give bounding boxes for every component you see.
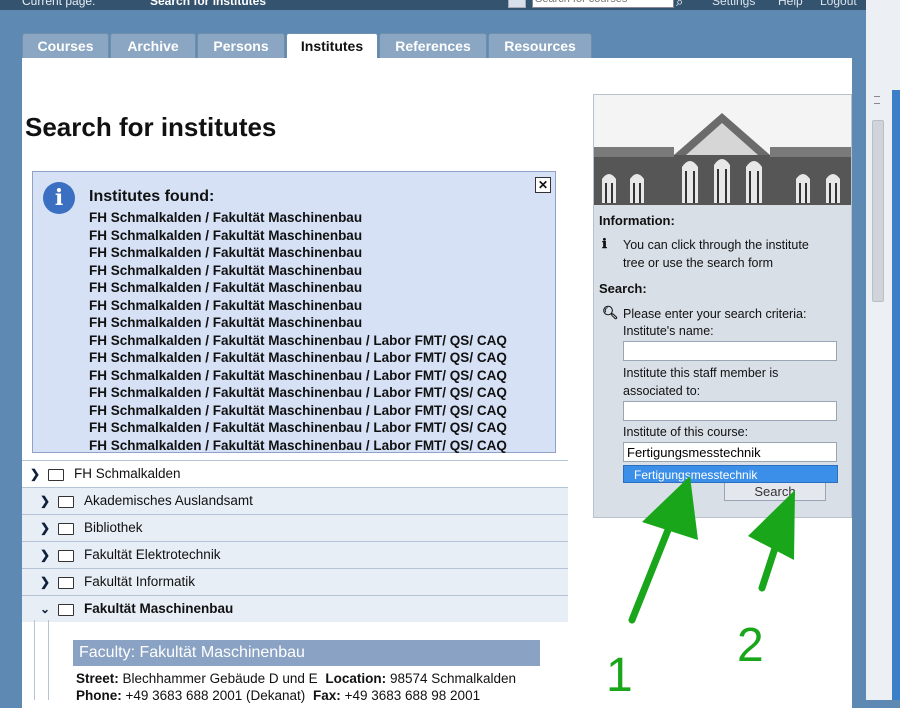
- annotation-arrows: [628, 476, 795, 624]
- annotation-number-1: 1: [606, 649, 633, 702]
- annotation-number-2: 2: [737, 619, 764, 672]
- arrow-1-head: [642, 476, 698, 540]
